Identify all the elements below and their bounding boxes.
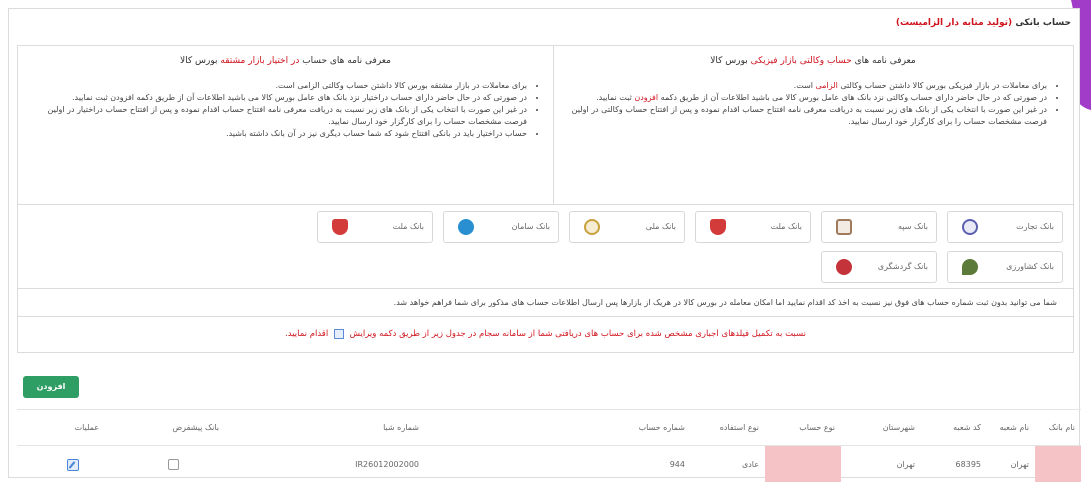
bank-name: بانک ملت xyxy=(392,222,424,231)
heading-suffix: بورس کالا xyxy=(180,56,218,66)
melli-logo-icon xyxy=(584,219,600,235)
cell-branch-code: 68395 xyxy=(955,460,981,469)
saman-logo-icon xyxy=(458,219,474,235)
heading-prefix: معرفی نامه های حساب xyxy=(302,56,391,66)
bullet-item: برای معاملات در بازار مشتقه بورس کالا دا… xyxy=(30,80,527,92)
intro-letters-section: معرفی نامه های حساب وکالتی بازار فیزیکی … xyxy=(17,45,1074,205)
derivative-market-column: معرفی نامه های حساب در اختیار بازار مشتق… xyxy=(18,46,554,204)
header-actions: عملیات xyxy=(74,423,99,432)
bank-accounts-table: نام بانک نام شعبه کد شعبه شهرستان نوع حس… xyxy=(17,409,1081,482)
bank-name: بانک کشاورزی xyxy=(1006,262,1054,271)
heading-highlight: حساب وکالتی بازار فیزیکی xyxy=(750,56,852,66)
header-branch-code: کد شعبه xyxy=(953,423,981,432)
default-bank-checkbox[interactable] xyxy=(168,459,179,470)
bullet-text: در صورتی که در حال حاضر دارای حساب وکالت… xyxy=(660,93,1047,102)
alert-text-end: اقدام نمایید. xyxy=(285,329,329,339)
cell-default-bank xyxy=(105,446,225,482)
bank-card-mellat[interactable]: بانک ملت xyxy=(695,211,811,243)
bank-card-saman[interactable]: بانک سامان xyxy=(443,211,559,243)
section-title-text: حساب بانکی xyxy=(1015,18,1071,28)
bullet-item: در غیر این صورت با انتخاب یکی از بانک ها… xyxy=(30,104,527,128)
bank-card-tejarat[interactable]: بانک تجارت xyxy=(947,211,1063,243)
bank-name: بانک ملت xyxy=(770,222,802,231)
bank-account-panel: حساب بانکی (تولید متابه دار الزامیست) مع… xyxy=(8,8,1081,482)
cell-branch-name: تهران xyxy=(1010,460,1029,469)
bullet-highlight: افزودن xyxy=(634,93,659,102)
table-row: تهران 68395 تهران عادی 944 IR26012002000 xyxy=(17,446,1081,482)
bullet-suffix: ثبت نمایید. xyxy=(596,93,632,102)
header-default-bank: بانک پیشفرض xyxy=(172,423,219,432)
cell-bank-name[interactable] xyxy=(1035,446,1081,482)
heading-suffix: بورس کالا xyxy=(710,56,748,66)
edit-icon[interactable] xyxy=(67,458,79,471)
bullet-suffix: است. xyxy=(793,81,813,90)
bullet-text: در صورتی که در حال حاضر دارای حساب دراخت… xyxy=(72,93,527,102)
cell-sheba: IR26012002000 xyxy=(355,460,419,469)
header-account-type: نوع حساب xyxy=(799,423,835,432)
cell-usage-type: عادی xyxy=(741,460,759,469)
bank-card-melli[interactable]: بانک ملی xyxy=(569,211,685,243)
bank-card-keshavarzi[interactable]: بانک کشاورزی xyxy=(947,251,1063,283)
section-title: حساب بانکی (تولید متابه دار الزامیست) xyxy=(896,13,1071,33)
physical-market-heading: معرفی نامه های حساب وکالتی بازار فیزیکی … xyxy=(565,56,1061,66)
mellat-logo-icon xyxy=(332,219,348,235)
physical-market-column: معرفی نامه های حساب وکالتی بازار فیزیکی … xyxy=(553,46,1073,204)
header-usage-type: نوع استفاده xyxy=(719,423,759,432)
edit-icon xyxy=(333,328,344,339)
bullet-item: در غیر این صورت با انتخاب یکی از بانک ها… xyxy=(565,104,1047,128)
bank-card-sepah[interactable]: بانک سپه xyxy=(821,211,937,243)
sepah-logo-icon xyxy=(836,219,852,235)
bullet-text: در غیر این صورت با انتخاب یکی از بانک ها… xyxy=(571,105,1047,126)
bank-selection-area: بانک تجارت بانک سپه بانک ملت بانک ملی با… xyxy=(17,205,1074,289)
bullet-text: برای معاملات در بازار فیزیکی بورس کالا د… xyxy=(840,81,1047,90)
derivative-market-bullets: برای معاملات در بازار مشتقه بورس کالا دا… xyxy=(30,80,541,140)
header-account-number: شماره حساب xyxy=(638,423,685,432)
bullet-item: برای معاملات در بازار فیزیکی بورس کالا د… xyxy=(565,80,1047,92)
bank-name: بانک سپه xyxy=(898,222,928,231)
table-header-row: نام بانک نام شعبه کد شعبه شهرستان نوع حس… xyxy=(17,410,1081,446)
cell-account-type[interactable] xyxy=(765,446,841,482)
header-bank-name: نام بانک xyxy=(1048,423,1075,432)
header-sheba: شماره شبا xyxy=(383,423,419,432)
bank-name: بانک سامان xyxy=(511,222,550,231)
bullet-highlight: الزامی xyxy=(815,81,838,90)
bank-card-mellat-2[interactable]: بانک ملت xyxy=(317,211,433,243)
derivative-market-heading: معرفی نامه های حساب در اختیار بازار مشتق… xyxy=(30,56,541,66)
required-note: (تولید متابه دار الزامیست) xyxy=(895,18,1013,28)
required-fields-alert: نسبت به تکمیل فیلدهای اجباری مشخص شده بر… xyxy=(17,317,1074,353)
bank-name: بانک ملی xyxy=(645,222,676,231)
header-branch-name: نام شعبه xyxy=(999,423,1029,432)
bullet-item: در صورتی که در حال حاضر دارای حساب وکالت… xyxy=(565,92,1047,104)
alert-text: نسبت به تکمیل فیلدهای اجباری مشخص شده بر… xyxy=(349,329,806,339)
header-city: شهرستان xyxy=(882,423,915,432)
cell-city: تهران xyxy=(896,460,915,469)
physical-market-bullets: برای معاملات در بازار فیزیکی بورس کالا د… xyxy=(565,80,1061,128)
heading-highlight: در اختیار بازار مشتقه xyxy=(220,56,300,66)
bullet-text: در غیر این صورت با انتخاب یکی از بانک ها… xyxy=(47,105,527,126)
heading-prefix: معرفی نامه های xyxy=(854,56,916,66)
bank-name: بانک گردشگری xyxy=(877,262,928,271)
gardeshgari-logo-icon xyxy=(836,259,852,275)
add-account-button[interactable]: افزودن xyxy=(23,376,79,398)
bullet-text: حساب دراختیار باید در بانکی افتتاح شود ک… xyxy=(226,129,527,138)
tejarat-logo-icon xyxy=(962,219,978,235)
cell-account-number: 944 xyxy=(669,460,685,469)
bullet-text: برای معاملات در بازار مشتقه بورس کالا دا… xyxy=(275,81,527,90)
bullet-item: حساب دراختیار باید در بانکی افتتاح شود ک… xyxy=(30,128,527,140)
mellat-logo-icon xyxy=(710,219,726,235)
bank-card-gardeshgari[interactable]: بانک گردشگری xyxy=(821,251,937,283)
info-notice: شما می توانید بدون ثبت شماره حساب های فو… xyxy=(17,289,1074,317)
keshavarzi-logo-icon xyxy=(962,259,978,275)
cell-actions xyxy=(17,446,105,482)
bullet-item: در صورتی که در حال حاضر دارای حساب دراخت… xyxy=(30,92,527,104)
bank-name: بانک تجارت xyxy=(1016,222,1054,231)
